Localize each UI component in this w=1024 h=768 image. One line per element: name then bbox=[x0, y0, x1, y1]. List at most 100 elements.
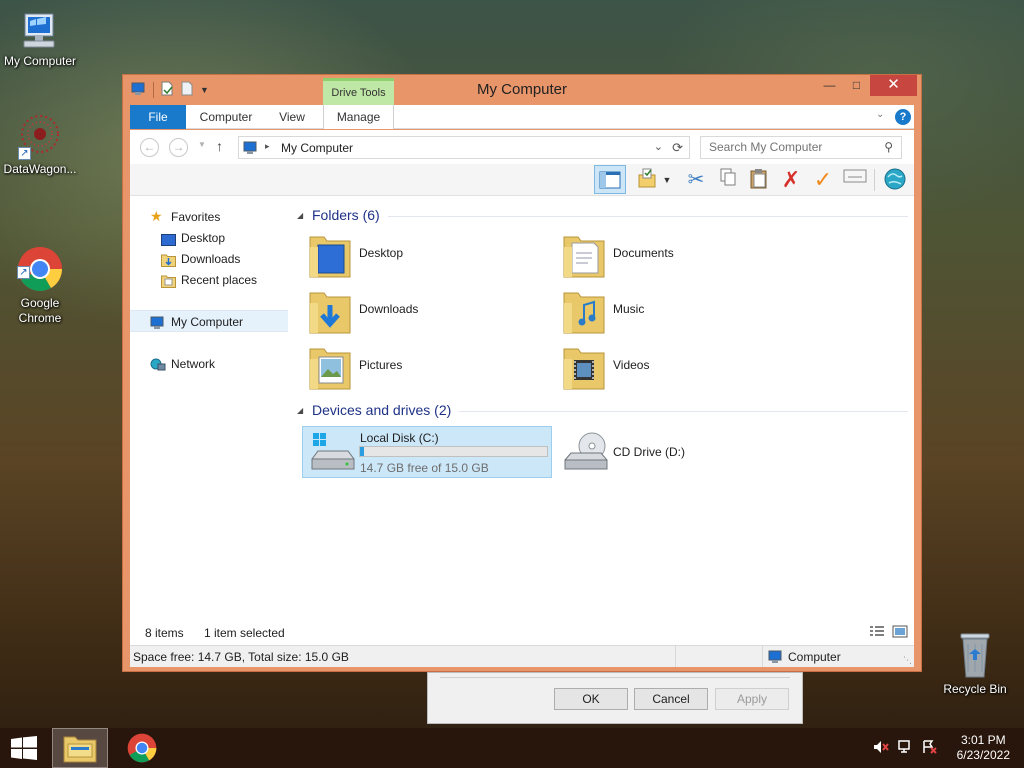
tab-view[interactable]: View bbox=[270, 105, 314, 129]
desktop-icon-label: My Computer bbox=[3, 54, 77, 68]
folder-pictures[interactable]: Pictures bbox=[302, 341, 552, 393]
clock[interactable]: 3:01 PM 6/23/2022 bbox=[957, 733, 1010, 763]
nav-label: Desktop bbox=[181, 231, 226, 245]
select-all-icon[interactable] bbox=[842, 167, 868, 193]
group-divider bbox=[312, 216, 908, 217]
breadcrumb[interactable]: My Computer bbox=[281, 141, 353, 155]
nav-label: Downloads bbox=[181, 252, 241, 266]
properties-icon[interactable] bbox=[160, 81, 174, 99]
expand-ribbon-icon[interactable]: ⌄ bbox=[876, 109, 884, 120]
drive-free-space: 14.7 GB free of 15.0 GB bbox=[360, 461, 489, 475]
nav-recent-places[interactable]: Recent places bbox=[130, 269, 288, 291]
details-view-icon[interactable] bbox=[869, 625, 885, 641]
copy-icon[interactable] bbox=[715, 167, 741, 193]
apply-button[interactable]: Apply bbox=[715, 688, 789, 710]
cancel-button[interactable]: Cancel bbox=[634, 688, 708, 710]
help-icon[interactable]: ? bbox=[895, 109, 911, 125]
address-bar[interactable]: ▸ My Computer ⌄ ⟳ bbox=[238, 136, 690, 159]
folder-documents[interactable]: Documents bbox=[556, 229, 806, 281]
group-title: Devices and drives (2) bbox=[312, 402, 460, 418]
content-pane: ◢ Folders (6) Desktop Documents Download… bbox=[288, 196, 914, 621]
toolbar-dropdown-icon[interactable]: ▼ bbox=[660, 167, 674, 193]
back-button[interactable]: ← bbox=[140, 138, 159, 157]
status-divider bbox=[762, 646, 763, 667]
nav-my-computer[interactable]: My Computer bbox=[130, 310, 288, 332]
recent-locations-icon[interactable]: ▼ bbox=[198, 140, 206, 149]
rename-icon[interactable]: ✓ bbox=[810, 167, 836, 193]
desktop-icon-my-computer[interactable]: My Computer bbox=[0, 8, 80, 69]
search-icon[interactable]: ⚲ bbox=[884, 140, 893, 154]
drive-name: Local Disk (C:) bbox=[360, 431, 439, 445]
collapse-arrow-icon[interactable]: ◢ bbox=[297, 211, 303, 220]
chrome-icon bbox=[127, 733, 157, 763]
paste-icon[interactable] bbox=[746, 167, 772, 193]
drive-cd-d[interactable]: CD Drive (D:) bbox=[556, 426, 806, 478]
command-toolbar: ▼ ✂ ✗ ✓ bbox=[130, 164, 914, 196]
large-icons-view-icon[interactable] bbox=[892, 625, 908, 641]
desktop-icon-datawagon[interactable]: ↗ DataWagon... bbox=[0, 112, 80, 177]
chrome-icon: ↗ bbox=[17, 231, 63, 291]
folder-desktop[interactable]: Desktop bbox=[302, 229, 552, 281]
tab-file[interactable]: File bbox=[130, 105, 186, 129]
datawagon-icon: ↗ bbox=[18, 112, 62, 160]
properties-toolbar-icon[interactable] bbox=[634, 167, 660, 193]
start-button[interactable] bbox=[0, 728, 48, 768]
selection-count: 1 item selected bbox=[204, 626, 285, 640]
network-tray-icon[interactable] bbox=[898, 740, 914, 757]
new-folder-icon[interactable] bbox=[180, 81, 194, 99]
address-dropdown-icon[interactable]: ⌄ bbox=[654, 140, 663, 153]
drive-local-disk-c[interactable]: Local Disk (C:) 14.7 GB free of 15.0 GB bbox=[302, 426, 552, 478]
search-input[interactable] bbox=[701, 137, 871, 157]
taskbar-file-explorer[interactable] bbox=[52, 728, 108, 768]
item-count: 8 items bbox=[145, 626, 184, 640]
computer-icon bbox=[18, 8, 62, 52]
minimize-button[interactable]: — bbox=[816, 75, 843, 96]
taskbar: 3:01 PM 6/23/2022 bbox=[0, 728, 1024, 768]
volume-muted-icon[interactable] bbox=[873, 740, 889, 757]
drive-name: CD Drive (D:) bbox=[613, 445, 685, 459]
ok-button[interactable]: OK bbox=[554, 688, 628, 710]
search-box[interactable]: ⚲ bbox=[700, 136, 902, 159]
group-header-devices[interactable]: ◢ Devices and drives (2) bbox=[288, 402, 908, 420]
action-center-icon[interactable] bbox=[922, 740, 938, 757]
breadcrumb-chevron-icon[interactable]: ▸ bbox=[265, 141, 270, 152]
computer-small-icon bbox=[768, 650, 784, 667]
resize-grip-icon[interactable]: ⋱ bbox=[903, 655, 912, 666]
customize-qat-icon[interactable]: ▼ bbox=[200, 85, 209, 95]
close-button[interactable]: ✕ bbox=[870, 75, 917, 96]
ribbon-tabs: File Computer View Manage ⌄ ? bbox=[130, 105, 914, 129]
window-title: My Computer bbox=[476, 81, 568, 98]
taskbar-chrome[interactable] bbox=[114, 728, 170, 768]
file-explorer-icon bbox=[63, 736, 97, 763]
refresh-icon[interactable]: ⟳ bbox=[672, 140, 683, 156]
nav-downloads[interactable]: Downloads bbox=[130, 248, 288, 270]
shortcut-arrow-icon: ↗ bbox=[18, 147, 31, 160]
folder-downloads[interactable]: Downloads bbox=[302, 285, 552, 337]
nav-desktop[interactable]: Desktop bbox=[130, 227, 288, 249]
folder-music[interactable]: Music bbox=[556, 285, 806, 337]
computer-small-icon bbox=[150, 315, 165, 329]
group-header-folders[interactable]: ◢ Folders (6) bbox=[288, 207, 908, 225]
up-button[interactable]: ↑ bbox=[216, 138, 223, 154]
globe-icon[interactable] bbox=[882, 167, 908, 193]
preview-pane-button[interactable] bbox=[594, 165, 626, 194]
folder-name: Desktop bbox=[359, 246, 404, 260]
delete-icon[interactable]: ✗ bbox=[778, 167, 804, 193]
status-divider bbox=[675, 646, 676, 667]
desktop-icon-recycle-bin[interactable]: Recycle Bin bbox=[935, 630, 1015, 697]
dialog-divider bbox=[440, 677, 790, 678]
nav-network[interactable]: Network bbox=[130, 353, 288, 375]
collapse-arrow-icon[interactable]: ◢ bbox=[297, 406, 303, 415]
desktop-icon-google-chrome[interactable]: ↗ Google Chrome bbox=[0, 216, 80, 326]
pictures-folder-icon bbox=[308, 343, 352, 391]
downloads-folder-icon bbox=[308, 287, 352, 335]
folder-videos[interactable]: Videos bbox=[556, 341, 806, 393]
cut-icon[interactable]: ✂ bbox=[683, 167, 709, 193]
maximize-button[interactable]: □ bbox=[843, 75, 870, 96]
forward-button[interactable]: → bbox=[169, 138, 188, 157]
title-bar[interactable]: ▼ Drive Tools My Computer — □ ✕ bbox=[123, 75, 921, 106]
desktop-icon bbox=[161, 231, 176, 246]
tab-computer[interactable]: Computer bbox=[194, 105, 258, 129]
tab-manage[interactable]: Manage bbox=[323, 105, 394, 129]
nav-favorites[interactable]: ★ Favorites bbox=[130, 206, 288, 228]
